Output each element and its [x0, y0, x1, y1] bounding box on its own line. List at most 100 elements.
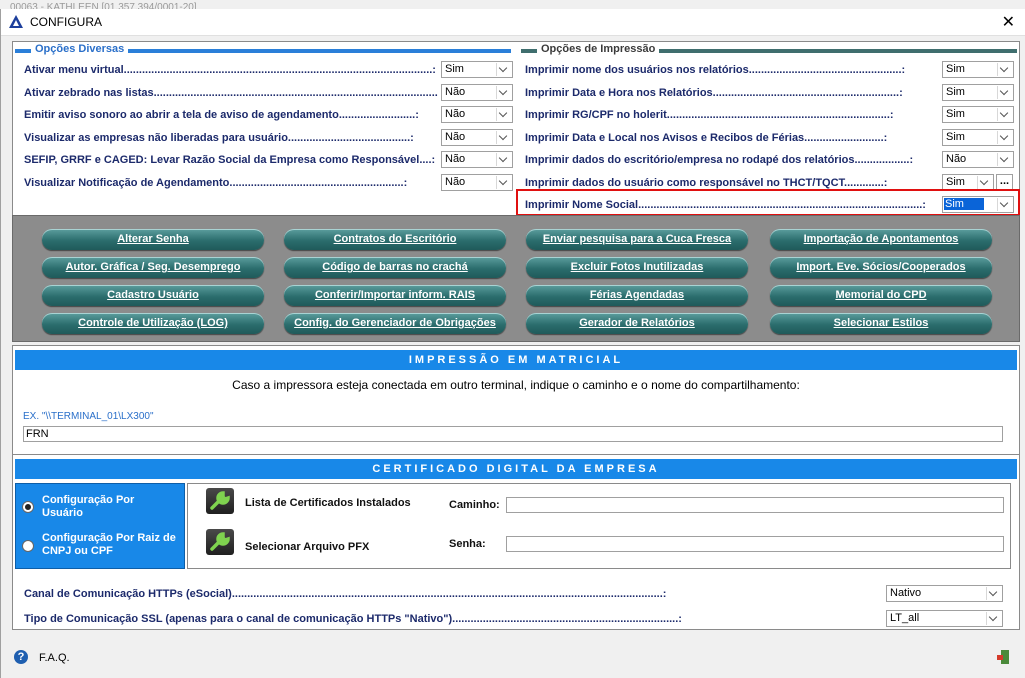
chevron-down-icon[interactable] — [986, 587, 1001, 600]
option-row: Ativar zebrado nas listas...............… — [24, 83, 514, 104]
ssl-label: Tipo de Comunicação SSL (apenas para o c… — [24, 613, 682, 625]
action-button[interactable]: Import. Eve. Sócios/Cooperados — [770, 257, 992, 278]
canal-select-value: Nativo — [890, 587, 922, 599]
action-button[interactable]: Alterar Senha — [42, 229, 264, 250]
chevron-down-icon[interactable] — [997, 153, 1012, 166]
selecionar-pfx-label[interactable]: Selecionar Arquivo PFX — [245, 541, 369, 553]
option-select[interactable]: Sim — [942, 128, 1014, 146]
option-select-value: Sim — [946, 85, 965, 98]
option-select-value: Não — [445, 85, 466, 98]
certificado-header: CERTIFICADO DIGITAL DA EMPRESA — [15, 459, 1017, 479]
action-button[interactable]: Autor. Gráfica / Seg. Desemprego — [42, 257, 264, 278]
opcoes-impressao-header: Opções de Impressão — [519, 42, 1019, 58]
action-button[interactable]: Código de barras no crachá — [284, 257, 506, 278]
option-select[interactable]: Não — [942, 151, 1014, 168]
actions-panel: Alterar Senha Contratos do Escritório Envi… — [12, 215, 1020, 342]
highlight-nome-social — [516, 189, 1020, 216]
chevron-down-icon[interactable] — [986, 612, 1001, 625]
option-row: Emitir aviso sonoro ao abrir a tela de a… — [24, 106, 514, 126]
option-row: Imprimir dados do escritório/empresa no … — [525, 151, 1015, 171]
chevron-down-icon[interactable] — [496, 130, 511, 144]
option-select[interactable]: Não — [441, 106, 513, 123]
action-button[interactable]: Férias Agendadas — [526, 285, 748, 306]
option-row: Imprimir RG/CPF no holerit..............… — [525, 106, 1015, 126]
ssl-select[interactable]: LT_all — [886, 610, 1003, 627]
option-select-value: Sim — [946, 108, 965, 120]
option-row: Visualizar as empresas não liberadas par… — [24, 128, 514, 149]
action-button[interactable]: Enviar pesquisa para a Cuca Fresca — [526, 229, 748, 250]
option-select-value: Sim — [445, 63, 464, 75]
close-icon[interactable]: ✕ — [1002, 12, 1015, 32]
option-select[interactable]: Sim — [942, 106, 1014, 123]
action-button[interactable]: Importação de Apontamentos — [770, 229, 992, 250]
chevron-down-icon[interactable] — [496, 63, 511, 76]
matricial-path-input[interactable]: FRN — [23, 426, 1003, 442]
opcoes-diversas-header: Opções Diversas — [13, 42, 513, 58]
action-button[interactable]: Gerador de Relatórios — [526, 313, 748, 334]
option-select-value: Não — [946, 153, 967, 165]
chevron-down-icon[interactable] — [496, 153, 511, 166]
matricial-header: IMPRESSÃO EM MATRICIAL — [15, 350, 1017, 370]
option-label: Ativar zebrado nas listas...............… — [24, 86, 438, 99]
chevron-down-icon[interactable] — [997, 130, 1012, 144]
option-select[interactable]: Sim — [441, 61, 513, 78]
canal-select[interactable]: Nativo — [886, 585, 1003, 602]
option-label: Visualizar as empresas não liberadas par… — [24, 131, 414, 144]
option-select-value: Não — [445, 153, 466, 165]
option-select-value: Não — [445, 108, 466, 120]
radio-config-cnpj-label: Configuração Por Raiz de CNPJ ou CPF — [42, 532, 176, 557]
option-label: Imprimir dados do escritório/empresa no … — [525, 154, 914, 166]
action-button[interactable]: Config. do Gerenciador de Obrigações — [284, 313, 506, 334]
configura-window: CONFIGURA ✕ Opções Diversas Ativar menu … — [0, 9, 1025, 678]
wrench-icon[interactable] — [206, 488, 234, 514]
radio-config-usuario[interactable] — [22, 501, 34, 513]
exit-door-icon[interactable] — [997, 650, 1009, 664]
option-select[interactable]: Não — [441, 173, 513, 191]
option-select[interactable]: Sim — [942, 61, 1014, 78]
chevron-down-icon[interactable] — [997, 108, 1012, 121]
canal-label: Canal de Comunicação HTTPs (eSocial)....… — [24, 588, 667, 600]
action-button[interactable]: Memorial do CPD — [770, 285, 992, 306]
chevron-down-icon[interactable] — [997, 85, 1012, 99]
chevron-down-icon[interactable] — [496, 108, 511, 121]
option-select[interactable]: Sim — [942, 173, 994, 191]
option-select-value: Não — [445, 175, 466, 188]
option-select[interactable]: Não — [441, 151, 513, 168]
action-button[interactable]: Controle de Utilização (LOG) — [42, 313, 264, 334]
chevron-down-icon[interactable] — [496, 85, 511, 99]
senha-input[interactable] — [506, 536, 1004, 552]
radio-config-cnpj[interactable] — [22, 540, 34, 552]
option-label: Imprimir Data e Hora nos Relatórios.....… — [525, 86, 903, 99]
certificado-panel: CERTIFICADO DIGITAL DA EMPRESA Configura… — [12, 454, 1020, 630]
option-select[interactable]: Não — [441, 83, 513, 101]
chevron-down-icon[interactable] — [496, 175, 511, 189]
chevron-down-icon[interactable] — [977, 175, 992, 189]
action-button[interactable]: Selecionar Estilos — [770, 313, 992, 334]
help-icon[interactable]: ? — [14, 650, 28, 664]
option-select[interactable]: Sim — [942, 83, 1014, 101]
option-label: Imprimir nome dos usuários nos relatório… — [525, 64, 906, 76]
action-button[interactable]: Cadastro Usuário — [42, 285, 264, 306]
faq-link[interactable]: F.A.Q. — [39, 652, 70, 664]
ellipsis-button[interactable]: ... — [996, 173, 1013, 191]
option-label: Visualizar Notificação de Agendamento...… — [24, 176, 408, 189]
option-label: Imprimir RG/CPF no holerit..............… — [525, 109, 894, 121]
certificado-options: Lista de Certificados Instalados Selecio… — [187, 483, 1011, 569]
chevron-down-icon[interactable] — [997, 63, 1012, 76]
lista-certificados-label[interactable]: Lista de Certificados Instalados — [245, 497, 411, 509]
option-row: Imprimir Data e Hora nos Relatórios.....… — [525, 83, 1015, 104]
option-select-value: Sim — [946, 63, 965, 75]
option-label: Ativar menu virtual.....................… — [24, 64, 436, 76]
action-button[interactable]: Excluir Fotos Inutilizadas — [526, 257, 748, 278]
title-bar: CONFIGURA ✕ — [1, 9, 1025, 36]
ssl-row: Tipo de Comunicação SSL (apenas para o c… — [24, 610, 1014, 630]
opcoes-impressao-title: Opções de Impressão — [537, 43, 660, 55]
option-row: Imprimir nome dos usuários nos relatório… — [525, 61, 1015, 81]
option-select[interactable]: Não — [441, 128, 513, 146]
caminho-input[interactable] — [506, 497, 1004, 513]
option-row: Imprimir Data e Local nos Avisos e Recib… — [525, 128, 1015, 149]
action-button[interactable]: Conferir/Importar inform. RAIS — [284, 285, 506, 306]
option-select-value: Sim — [946, 175, 965, 188]
action-button[interactable]: Contratos do Escritório — [284, 229, 506, 250]
wrench-icon[interactable] — [206, 529, 234, 555]
